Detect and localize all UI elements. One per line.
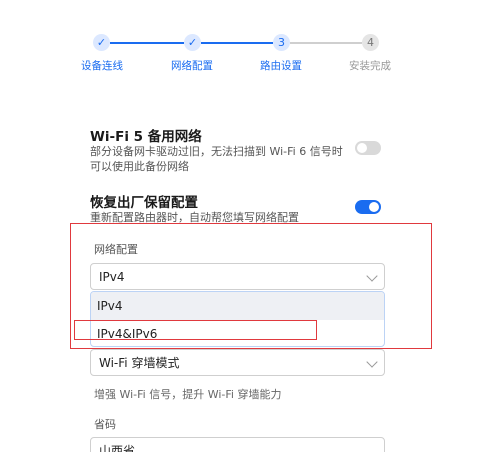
wifi-mode-select[interactable]: Wi-Fi 穿墙模式 bbox=[90, 349, 385, 376]
wifi-mode-selected-value: Wi-Fi 穿墙模式 bbox=[99, 356, 180, 370]
step-1-label: 设备连线 bbox=[81, 60, 123, 72]
wifi-mode-hint: 增强 Wi-Fi 信号，提升 Wi-Fi 穿墙能力 bbox=[94, 388, 282, 401]
toggle-knob bbox=[357, 143, 367, 153]
province-label: 省码 bbox=[94, 418, 116, 431]
step-connector bbox=[110, 42, 184, 44]
dropdown-option-ipv4[interactable]: IPv4 bbox=[91, 292, 384, 320]
network-config-select[interactable]: IPv4 bbox=[90, 263, 385, 290]
step-4-label: 安装完成 bbox=[349, 60, 391, 72]
network-config-selected-value: IPv4 bbox=[99, 269, 125, 284]
step-connector bbox=[290, 42, 362, 44]
step-3-number: 3 bbox=[273, 34, 290, 51]
step-2-label: 网络配置 bbox=[171, 60, 213, 72]
province-select[interactable]: 山西省 bbox=[90, 437, 385, 452]
setup-stepper: ✓ ✓ 3 4 设备连线 网络配置 路由设置 安装完成 bbox=[0, 0, 500, 80]
wifi5-backup-description: 部分设备网卡驱动过旧，无法扫描到 Wi-Fi 6 信号时可以使用此备份网络 bbox=[90, 145, 343, 173]
toggle-knob bbox=[369, 202, 379, 212]
step-1-check-icon: ✓ bbox=[93, 34, 110, 51]
step-connector bbox=[201, 42, 273, 44]
step-3-label: 路由设置 bbox=[260, 60, 302, 72]
step-2-check-icon: ✓ bbox=[184, 34, 201, 51]
province-value: 山西省 bbox=[99, 444, 136, 452]
network-config-label: 网络配置 bbox=[94, 243, 138, 256]
annotation-option-box bbox=[74, 320, 317, 340]
wifi5-backup-toggle[interactable] bbox=[355, 141, 381, 155]
chevron-down-icon bbox=[366, 356, 378, 368]
chevron-down-icon bbox=[366, 270, 378, 282]
step-4-number: 4 bbox=[362, 34, 379, 51]
restore-config-title: 恢复出厂保留配置 bbox=[90, 195, 198, 211]
wifi5-backup-title: Wi-Fi 5 备用网络 bbox=[90, 129, 202, 145]
restore-config-toggle[interactable] bbox=[355, 200, 381, 214]
